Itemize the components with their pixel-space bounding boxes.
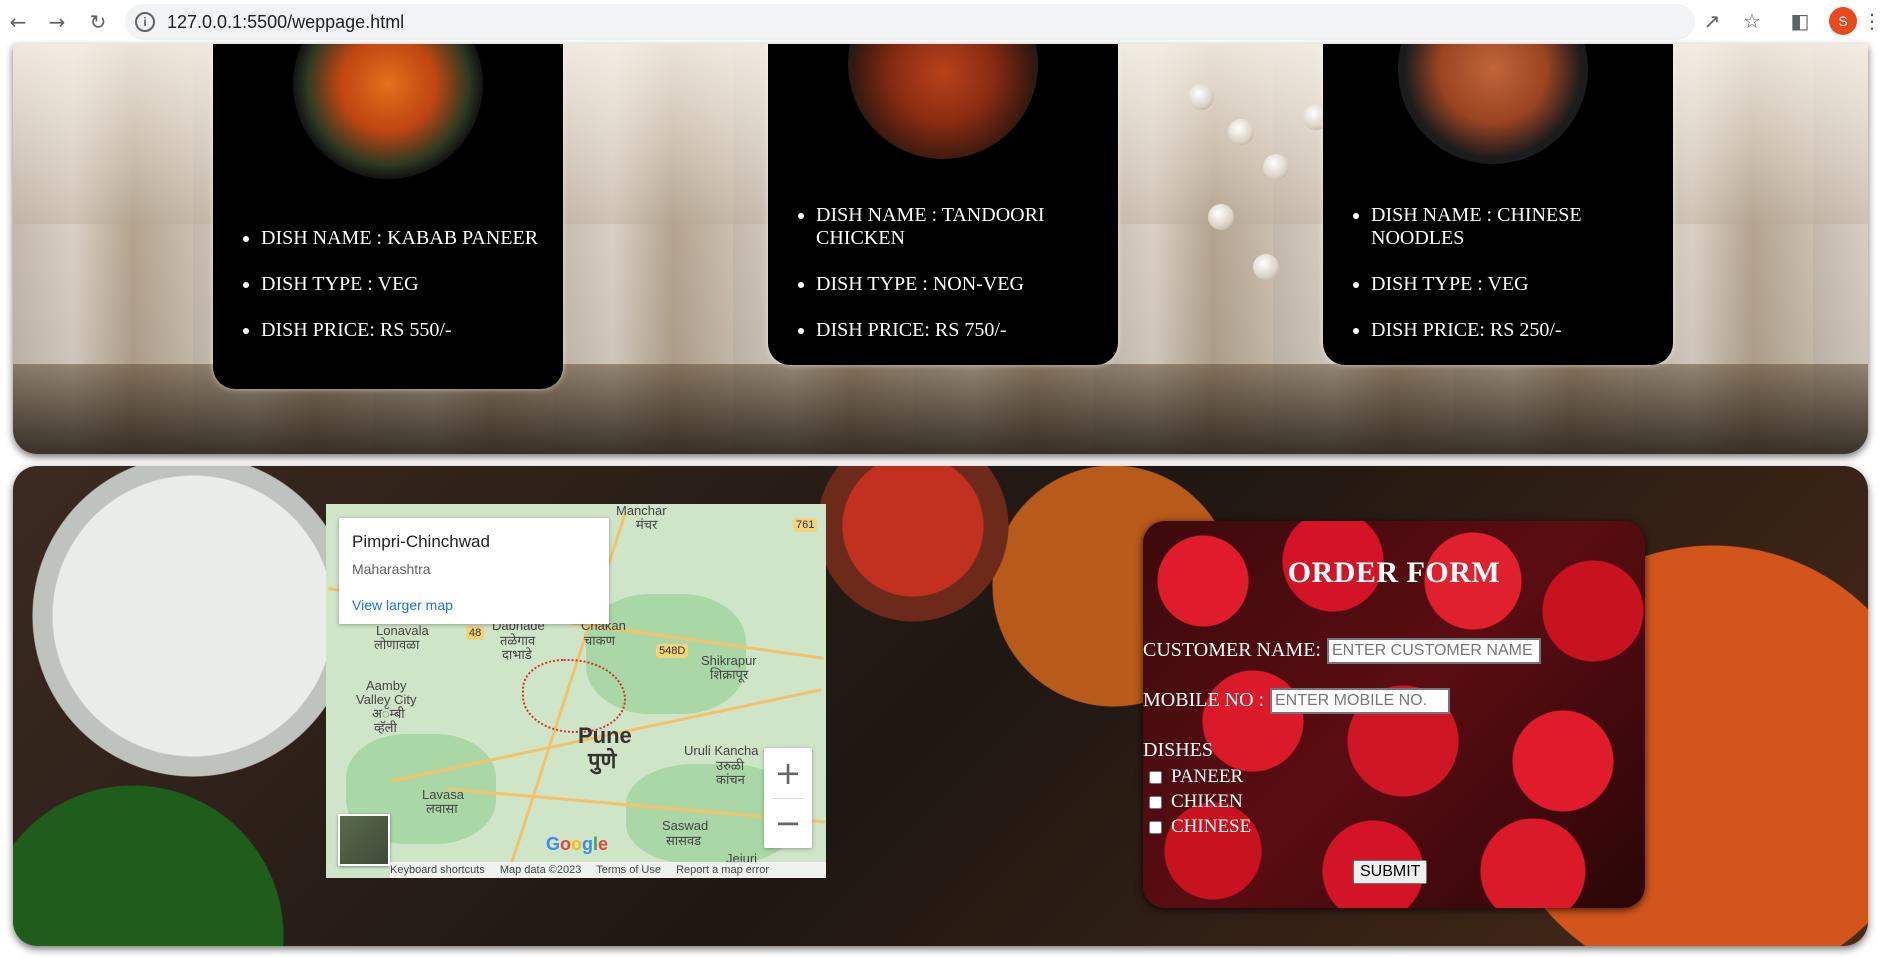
- reload-icon[interactable]: ↻: [84, 8, 112, 36]
- map-label: अॅम्बी: [372, 706, 405, 721]
- map-zoom-control: + −: [764, 748, 812, 848]
- map-label: मंचर: [636, 517, 658, 532]
- dish-option-paneer[interactable]: PANEER: [1143, 766, 1243, 788]
- terms-of-use-link[interactable]: Terms of Use: [596, 864, 661, 876]
- submit-button[interactable]: SUBMIT: [1353, 860, 1428, 884]
- map-place-title: Pimpri-Chinchwad: [352, 532, 490, 551]
- map-place-card: Pimpri-Chinchwad Maharashtra View larger…: [339, 518, 609, 624]
- share-icon[interactable]: ↗: [1700, 9, 1724, 33]
- dish-name: DISH NAME : KABAB PANEER: [261, 227, 538, 250]
- dish-price: DISH PRICE: RS 750/-: [816, 319, 1118, 342]
- google-logo: Google: [546, 834, 609, 854]
- map-label: Uruli Kancha: [684, 743, 759, 758]
- side-panel-icon[interactable]: ◧: [1788, 9, 1812, 33]
- embedded-map[interactable]: Manchar मंचर 761 Dabhade तळेगाव दाभाडे L…: [326, 504, 826, 878]
- map-label: कांचन: [716, 772, 745, 787]
- forward-icon[interactable]: →: [43, 8, 71, 36]
- map-label: Lavasa: [422, 787, 464, 802]
- map-label: Valley City: [356, 692, 417, 707]
- keyboard-shortcuts-link[interactable]: Keyboard shortcuts: [390, 864, 485, 876]
- customer-name-input[interactable]: [1327, 638, 1541, 664]
- profile-avatar[interactable]: S: [1829, 7, 1857, 35]
- map-label: Lonavala: [376, 623, 429, 638]
- zoom-in-button[interactable]: +: [764, 748, 812, 798]
- map-attribution-bar: Keyboard shortcuts Map data ©2023 Terms …: [390, 862, 826, 878]
- dish-details-list: DISH NAME : KABAB PANEER DISH TYPE : VEG…: [213, 227, 538, 365]
- map-label: उरुळी: [716, 758, 745, 773]
- lamp-decoration: [1263, 154, 1289, 180]
- chiken-checkbox[interactable]: [1149, 795, 1162, 809]
- order-form-title: ORDER FORM: [1287, 556, 1501, 589]
- route-shield: 48: [466, 626, 485, 640]
- map-label: शिक्रापूर: [710, 667, 749, 682]
- dish-card-chinese-noodles: DISH NAME : CHINESE NOODLES DISH TYPE : …: [1323, 44, 1673, 365]
- dish-price: DISH PRICE: RS 250/-: [1371, 319, 1673, 342]
- report-map-error-link[interactable]: Report a map error: [676, 864, 769, 876]
- dish-photo-chinese-noodles: [1398, 44, 1588, 164]
- dish-card-tandoori-chicken: DISH NAME : TANDOORI CHICKEN DISH TYPE :…: [768, 44, 1118, 365]
- dishes-label: DISHES: [1143, 739, 1214, 761]
- paneer-label: PANEER: [1171, 766, 1244, 787]
- map-label: तळेगाव: [500, 633, 536, 648]
- map-label-pune-mr: पुणे: [588, 748, 617, 773]
- map-label: सासवड: [666, 833, 702, 848]
- map-data-attribution: Map data ©2023: [499, 864, 582, 876]
- zoom-out-button[interactable]: −: [764, 798, 812, 848]
- menu-section: DISH NAME : KABAB PANEER DISH TYPE : VEG…: [13, 44, 1868, 454]
- lamp-decoration: [1188, 84, 1214, 110]
- url-text[interactable]: 127.0.0.1:5500/weppage.html: [167, 12, 404, 33]
- chiken-label: CHIKEN: [1171, 791, 1243, 812]
- dish-type: DISH TYPE : VEG: [1371, 273, 1673, 296]
- mobile-no-input[interactable]: [1270, 688, 1450, 714]
- dish-card-kabab-paneer: DISH NAME : KABAB PANEER DISH TYPE : VEG…: [213, 44, 563, 389]
- dish-details-list: DISH NAME : CHINESE NOODLES DISH TYPE : …: [1323, 204, 1673, 365]
- lamp-decoration: [1253, 254, 1279, 280]
- map-label: Manchar: [616, 504, 667, 518]
- map-label: लवासा: [426, 801, 458, 816]
- paneer-checkbox[interactable]: [1149, 770, 1162, 784]
- dish-option-chiken[interactable]: CHIKEN: [1143, 791, 1243, 813]
- satellite-toggle-thumbnail[interactable]: [338, 814, 390, 866]
- chinese-checkbox[interactable]: [1149, 820, 1162, 834]
- menu-icon[interactable]: ⋮: [1862, 9, 1882, 33]
- dish-photo-kabab-paneer: [293, 44, 483, 179]
- map-label: व्हॅली: [374, 720, 397, 735]
- map-label: चाकण: [584, 633, 616, 648]
- dish-details-list: DISH NAME : TANDOORI CHICKEN DISH TYPE :…: [768, 204, 1118, 365]
- map-label: दाभाडे: [502, 647, 532, 662]
- dish-type: DISH TYPE : NON-VEG: [816, 273, 1118, 296]
- customer-name-label: CUSTOMER NAME:: [1143, 639, 1321, 661]
- lamp-decoration: [1208, 204, 1234, 230]
- bookmark-star-icon[interactable]: ☆: [1740, 9, 1764, 33]
- route-shield: 761: [793, 518, 818, 532]
- map-label: Aamby: [366, 678, 407, 693]
- browser-toolbar: ← → ↻ i 127.0.0.1:5500/weppage.html ↗ ☆ …: [0, 0, 1883, 44]
- chinese-label: CHINESE: [1171, 816, 1252, 837]
- dish-name: DISH NAME : TANDOORI CHICKEN: [816, 204, 1118, 250]
- dish-photo-tandoori-chicken: [848, 44, 1038, 159]
- mobile-no-label: MOBILE NO :: [1143, 689, 1265, 711]
- address-bar[interactable]: i 127.0.0.1:5500/weppage.html: [125, 4, 1695, 40]
- dish-type: DISH TYPE : VEG: [261, 273, 538, 296]
- back-icon[interactable]: ←: [4, 8, 32, 36]
- map-label: Saswad: [662, 818, 709, 833]
- map-label-pune: Pune: [578, 723, 632, 748]
- map-label: लोणावळा: [374, 637, 420, 652]
- order-form: ORDER FORM CUSTOMER NAME: MOBILE NO : DI…: [1143, 521, 1645, 908]
- view-larger-map-link[interactable]: View larger map: [352, 597, 453, 613]
- map-label: Shikrapur: [701, 653, 757, 668]
- dish-name: DISH NAME : CHINESE NOODLES: [1371, 204, 1673, 250]
- dish-price: DISH PRICE: RS 550/-: [261, 319, 538, 342]
- site-info-icon[interactable]: i: [135, 12, 155, 32]
- dish-option-chinese[interactable]: CHINESE: [1143, 816, 1251, 838]
- map-place-subtitle: Maharashtra: [352, 561, 431, 577]
- zoom-divider: [772, 798, 804, 799]
- lamp-decoration: [1228, 119, 1254, 145]
- route-shield: 548D: [656, 644, 689, 658]
